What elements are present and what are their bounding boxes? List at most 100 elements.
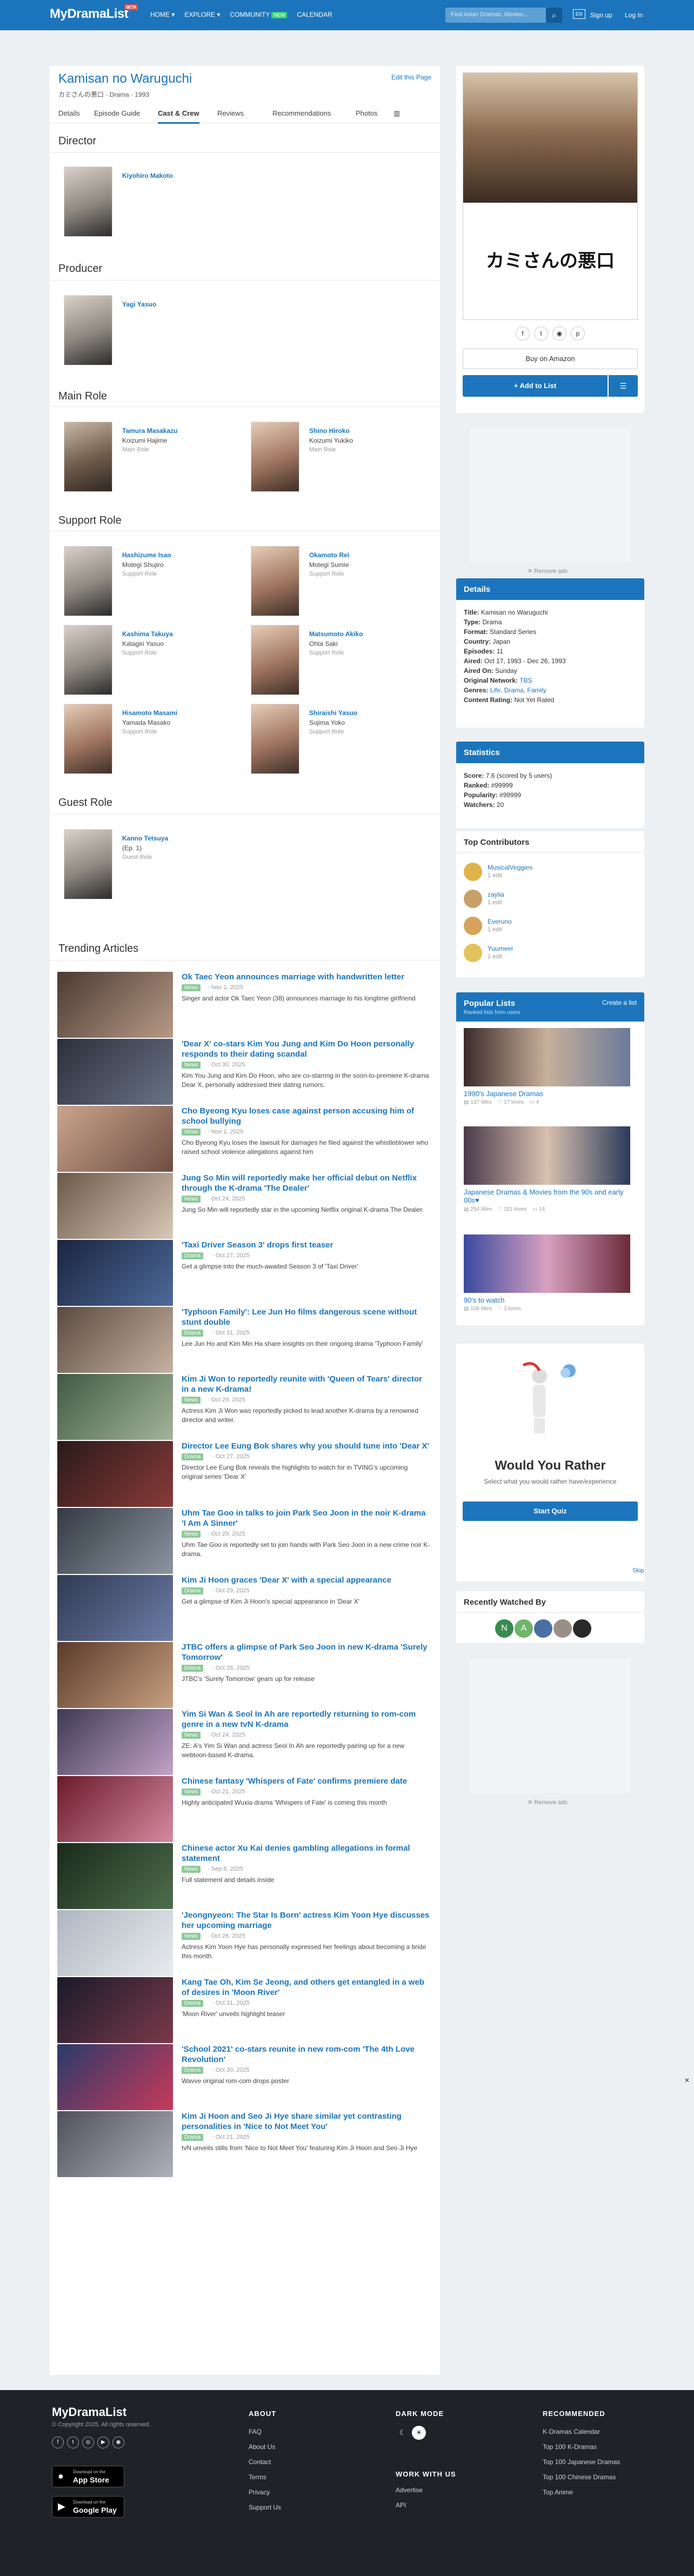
- tab-recommendations[interactable]: Recommendations: [272, 109, 331, 117]
- article-tag[interactable]: News: [182, 1397, 201, 1404]
- footer-link[interactable]: K-Dramas Calendar: [543, 2428, 600, 2435]
- article-tag[interactable]: News: [182, 1866, 201, 1873]
- article-title[interactable]: Yim Si Wan & Seol In Ah are reportedly r…: [182, 1709, 430, 1730]
- avatar[interactable]: [251, 422, 299, 492]
- footer-link[interactable]: Advertise: [396, 2486, 423, 2494]
- cast-name[interactable]: Kanno Tetsuya: [122, 835, 168, 842]
- footer-link[interactable]: Support Us: [249, 2504, 281, 2511]
- article-thumbnail[interactable]: [57, 1173, 173, 1239]
- tab-cast-crew[interactable]: Cast & Crew: [158, 109, 199, 124]
- article-tag[interactable]: News: [182, 1062, 201, 1069]
- cast-name[interactable]: Tamura Masakazu: [122, 427, 178, 435]
- article-tag[interactable]: Drama: [182, 1252, 204, 1259]
- article-tag[interactable]: Drama: [182, 1330, 204, 1337]
- language-selector[interactable]: EN: [573, 9, 585, 19]
- instagram-icon[interactable]: ◎: [82, 2437, 94, 2448]
- article-thumbnail[interactable]: [57, 1709, 173, 1775]
- nav-community[interactable]: COMMUNITY NEW: [230, 11, 288, 18]
- footer-link[interactable]: FAQ: [249, 2428, 262, 2435]
- list-title[interactable]: 90's to watch: [464, 1296, 637, 1304]
- article-thumbnail[interactable]: [57, 1374, 173, 1440]
- article-title[interactable]: Kang Tae Oh, Kim Se Jeong, and others ge…: [182, 1977, 430, 1998]
- cast-name[interactable]: Okamoto Rei: [309, 551, 349, 559]
- contributor-name[interactable]: Yuumeei: [488, 945, 513, 952]
- cast-name[interactable]: Shino Hiroko: [309, 427, 350, 435]
- footer-link[interactable]: API: [396, 2501, 406, 2509]
- article-tag[interactable]: News: [182, 1129, 201, 1136]
- poster-image[interactable]: カミさんの悪口: [463, 72, 638, 320]
- avatar[interactable]: [251, 704, 299, 774]
- article-thumbnail[interactable]: [57, 2111, 173, 2177]
- article-tag[interactable]: Drama: [182, 2000, 204, 2007]
- article-thumbnail[interactable]: [57, 1106, 173, 1172]
- article-title[interactable]: Kim Ji Hoon graces 'Dear X' with a speci…: [182, 1575, 430, 1585]
- article-title[interactable]: 'Jeongnyeon: The Star Is Born' actress K…: [182, 1910, 430, 1931]
- article-tag[interactable]: News: [182, 1531, 201, 1538]
- article-thumbnail[interactable]: [57, 1441, 173, 1507]
- avatar[interactable]: [553, 1619, 572, 1638]
- reddit-icon[interactable]: ◉: [552, 326, 566, 341]
- list-title[interactable]: Japanese Dramas & Movies from the 90s an…: [464, 1188, 637, 1204]
- article-title[interactable]: Cho Byeong Kyu loses case against person…: [182, 1106, 430, 1126]
- reddit-icon[interactable]: ◉: [112, 2437, 124, 2448]
- article-title[interactable]: 'School 2021' co-stars reunite in new ro…: [182, 2044, 430, 2065]
- article-tag[interactable]: News: [182, 1933, 201, 1940]
- avatar[interactable]: A: [515, 1619, 533, 1638]
- contributor-name[interactable]: MusicalVeggies: [488, 864, 532, 871]
- nav-calendar[interactable]: CALENDAR: [297, 11, 332, 18]
- remove-ads-link[interactable]: ✕ Remove ads: [528, 1799, 568, 1806]
- article-title[interactable]: 'Dear X' co-stars Kim You Jung and Kim D…: [182, 1039, 430, 1059]
- article-thumbnail[interactable]: [57, 1039, 173, 1105]
- pinterest-icon[interactable]: p: [571, 326, 585, 341]
- article-tag[interactable]: Drama: [182, 1665, 204, 1672]
- cast-name[interactable]: Yagi Yasuo: [122, 301, 156, 308]
- avatar[interactable]: N: [495, 1619, 513, 1638]
- tab-details[interactable]: Details: [58, 109, 80, 117]
- cast-name[interactable]: Kashima Takuya: [122, 630, 173, 638]
- article-tag[interactable]: News: [182, 1196, 201, 1203]
- article-thumbnail[interactable]: [57, 972, 173, 1038]
- sun-icon[interactable]: ☀: [412, 2426, 426, 2440]
- list-menu-icon[interactable]: ☰: [609, 375, 638, 397]
- search-input[interactable]: Find Asian Dramas, Movies...: [445, 8, 553, 23]
- avatar[interactable]: [464, 890, 482, 908]
- skip-link[interactable]: Skip: [632, 1567, 644, 1574]
- article-thumbnail[interactable]: [57, 1240, 173, 1306]
- youtube-icon[interactable]: ▶: [97, 2437, 109, 2448]
- avatar[interactable]: [251, 546, 299, 616]
- cast-name[interactable]: Matsumoto Akiko: [309, 630, 363, 638]
- article-tag[interactable]: News: [182, 1732, 201, 1739]
- footer-link[interactable]: Top 100 K-Dramas: [543, 2443, 597, 2451]
- article-tag[interactable]: Drama: [182, 1453, 204, 1460]
- article-title[interactable]: Uhm Tae Goo in talks to join Park Seo Jo…: [182, 1508, 430, 1529]
- page-title[interactable]: Kamisan no Waruguchi: [58, 71, 192, 86]
- avatar[interactable]: [64, 295, 112, 365]
- article-thumbnail[interactable]: [57, 1843, 173, 1909]
- article-title[interactable]: Chinese actor Xu Kai denies gambling all…: [182, 1843, 430, 1864]
- buy-amazon-button[interactable]: Buy on Amazon: [463, 349, 638, 369]
- footer-link[interactable]: Contact: [249, 2458, 271, 2466]
- article-title[interactable]: Ok Taec Yeon announces marriage with han…: [182, 972, 430, 982]
- footer-logo[interactable]: MyDramaList: [52, 2405, 126, 2419]
- avatar[interactable]: [251, 625, 299, 695]
- add-to-list-button[interactable]: + Add to List: [463, 375, 608, 397]
- contributor-name[interactable]: Everuno: [488, 918, 512, 925]
- article-thumbnail[interactable]: [57, 1642, 173, 1708]
- footer-link[interactable]: About Us: [249, 2443, 275, 2451]
- stats-icon[interactable]: ▥: [393, 109, 400, 118]
- article-tag[interactable]: News: [182, 984, 201, 991]
- article-title[interactable]: Chinese fantasy 'Whispers of Fate' confi…: [182, 1776, 430, 1786]
- details-value[interactable]: TBS: [519, 677, 532, 684]
- list-cover[interactable]: [464, 1234, 630, 1293]
- article-thumbnail[interactable]: [57, 1575, 173, 1641]
- article-tag[interactable]: Drama: [182, 1587, 204, 1594]
- footer-link[interactable]: Terms: [249, 2473, 266, 2481]
- avatar[interactable]: [64, 704, 112, 774]
- create-list-link[interactable]: Create a list: [602, 999, 637, 1006]
- twitter-icon[interactable]: t: [67, 2437, 79, 2448]
- avatar[interactable]: [64, 625, 112, 695]
- signup-link[interactable]: Sign up: [590, 11, 612, 19]
- article-title[interactable]: 'Taxi Driver Season 3' drops first tease…: [182, 1240, 430, 1250]
- avatar[interactable]: [64, 546, 112, 616]
- nav-explore[interactable]: EXPLORE ▾: [184, 11, 220, 18]
